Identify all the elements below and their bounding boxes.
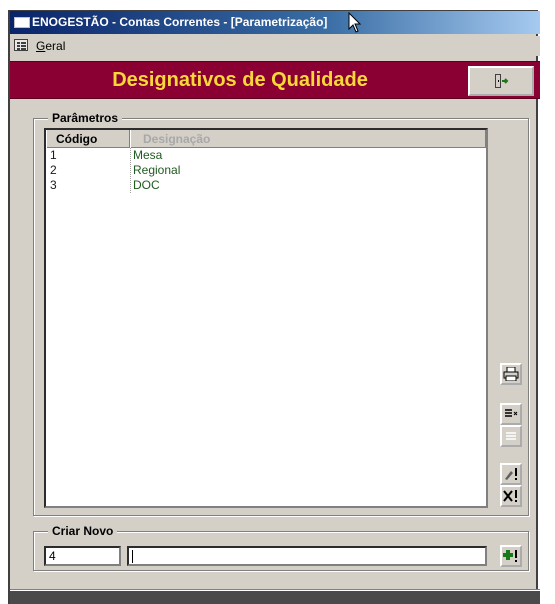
header-band: Designativos de Qualidade: [10, 61, 540, 99]
exit-button[interactable]: [468, 66, 534, 96]
add-plus-icon: [503, 550, 517, 562]
main-window: ENOGESTÃO - Contas Correntes - [Parametr…: [8, 10, 540, 604]
row-codigo: 3: [50, 178, 57, 192]
parametros-legend: Parâmetros: [48, 111, 123, 125]
row-designacao: Regional: [133, 163, 181, 177]
menu-bar: Geral: [10, 36, 540, 56]
exit-door-icon: [495, 74, 509, 88]
parametros-list[interactable]: Código Designação 1 Mesa 2 Regional 3 DO…: [44, 128, 488, 508]
system-menu-icon[interactable]: [14, 39, 28, 51]
list-lines-icon: [506, 432, 516, 440]
text-caret: [132, 550, 133, 563]
app-icon: [14, 17, 30, 28]
criar-novo-group: Criar Novo 4: [33, 524, 529, 571]
row-designacao: Mesa: [133, 148, 163, 162]
delete-record-button[interactable]: [500, 485, 522, 507]
list-row[interactable]: 3 DOC: [46, 178, 486, 193]
page-title: Designativos de Qualidade: [112, 69, 368, 91]
new-designacao-field[interactable]: [127, 546, 487, 566]
row-designacao: DOC: [133, 178, 160, 192]
printer-icon: [503, 367, 519, 381]
edit-record-button[interactable]: [500, 463, 522, 485]
parametros-group: Parâmetros Código Designação 1 Mesa 2 Re…: [33, 111, 529, 516]
window-title: ENOGESTÃO - Contas Correntes - [Parametr…: [32, 15, 328, 29]
list-header: Código Designação: [46, 130, 486, 148]
title-bar[interactable]: ENOGESTÃO - Contas Correntes - [Parametr…: [10, 11, 540, 34]
list-rows: 1 Mesa 2 Regional 3 DOC: [46, 148, 486, 193]
list-row[interactable]: 2 Regional: [46, 163, 486, 178]
mouse-pointer-icon: [348, 12, 362, 33]
list-edit-icon: [505, 409, 518, 417]
list-row[interactable]: 1 Mesa: [46, 148, 486, 163]
row-codigo: 2: [50, 163, 57, 177]
pencil-exclaim-icon: [505, 468, 517, 480]
column-header-designacao[interactable]: Designação: [130, 130, 486, 148]
edit-list-button[interactable]: [500, 403, 522, 425]
menu-geral[interactable]: Geral: [36, 36, 65, 56]
row-codigo: 1: [50, 148, 57, 162]
delete-x-icon: [503, 490, 517, 502]
column-header-codigo[interactable]: Código: [46, 130, 130, 148]
criar-novo-legend: Criar Novo: [48, 524, 118, 538]
print-button[interactable]: [500, 363, 522, 385]
new-codigo-field[interactable]: 4: [44, 546, 121, 566]
status-bar: [10, 591, 540, 604]
list-button-disabled[interactable]: [500, 425, 522, 447]
add-button[interactable]: [500, 545, 522, 567]
